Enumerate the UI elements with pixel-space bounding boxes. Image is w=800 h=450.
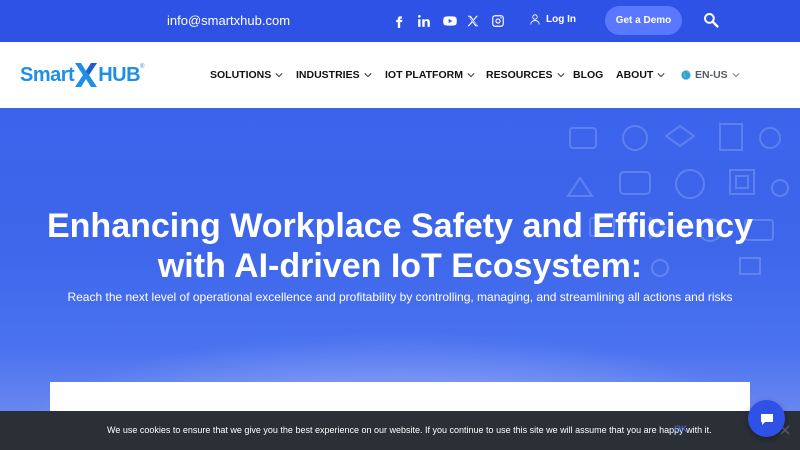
nav-iot-platform[interactable]: IOT PLATFORM xyxy=(385,69,475,81)
chat-widget-button[interactable] xyxy=(748,400,785,437)
x-twitter-icon[interactable] xyxy=(466,14,480,28)
nav-industries[interactable]: INDUSTRIES xyxy=(296,69,372,81)
login-link[interactable]: Log In xyxy=(530,14,576,25)
nav-label: IOT PLATFORM xyxy=(385,69,463,81)
facebook-icon[interactable] xyxy=(392,14,406,28)
nav-label: INDUSTRIES xyxy=(296,69,360,81)
cookie-banner: We use cookies to ensure that we give yo… xyxy=(0,411,800,450)
search-icon[interactable] xyxy=(703,12,719,28)
hero-subtitle: Reach the next level of operational exce… xyxy=(67,290,733,304)
nav-resources[interactable]: RESOURCES xyxy=(486,69,565,81)
main-navigation: Smart HUB ® SOLUTIONS INDUSTRIES IOT PLA… xyxy=(0,42,800,108)
nav-label: RESOURCES xyxy=(486,69,553,81)
chevron-down-icon xyxy=(364,73,372,78)
nav-label: SOLUTIONS xyxy=(210,69,272,81)
language-selector[interactable]: EN-US xyxy=(681,69,740,81)
logo-registered-mark: ® xyxy=(140,64,145,70)
logo-text-hub: HUB xyxy=(98,63,141,86)
get-demo-button[interactable]: Get a Demo xyxy=(605,6,682,35)
hero-section: Enhancing Workplace Safety and Efficienc… xyxy=(0,108,800,450)
linkedin-icon[interactable] xyxy=(417,14,431,28)
nav-blog[interactable]: BLOG xyxy=(573,69,603,81)
nav-label: ABOUT xyxy=(616,69,654,81)
hero-title-line-1: Enhancing Workplace Safety and Efficienc… xyxy=(46,207,753,245)
nav-about[interactable]: ABOUT xyxy=(616,69,665,81)
top-bar: info@smartxhub.com Log In Get a Demo xyxy=(0,0,800,42)
logo-x-mark-icon xyxy=(75,63,98,87)
logo-text-smart: Smart xyxy=(20,63,75,86)
email-link[interactable]: info@smartxhub.com xyxy=(167,13,290,28)
login-label: Log In xyxy=(546,14,576,25)
chat-bubble-icon xyxy=(760,413,773,425)
chevron-down-icon xyxy=(467,73,475,78)
smartxhub-logo[interactable]: Smart HUB ® xyxy=(20,60,144,90)
nav-solutions[interactable]: SOLUTIONS xyxy=(210,69,283,81)
youtube-icon[interactable] xyxy=(443,14,457,28)
nav-label: BLOG xyxy=(573,69,604,81)
chevron-down-icon xyxy=(556,73,565,78)
language-label: EN-US xyxy=(695,69,728,81)
cookie-ok-button[interactable]: OK xyxy=(674,424,687,434)
cookie-message: We use cookies to ensure that we give yo… xyxy=(107,425,712,435)
chevron-down-icon xyxy=(732,73,740,78)
instagram-icon[interactable] xyxy=(491,14,505,28)
chevron-down-icon xyxy=(657,73,665,78)
chevron-down-icon xyxy=(275,73,283,78)
hero-title: Enhancing Workplace Safety and Efficienc… xyxy=(0,206,800,286)
globe-icon xyxy=(681,70,691,80)
hero-title-line-2: with AI-driven IoT Ecosystem: xyxy=(157,247,643,285)
user-icon xyxy=(530,14,540,25)
